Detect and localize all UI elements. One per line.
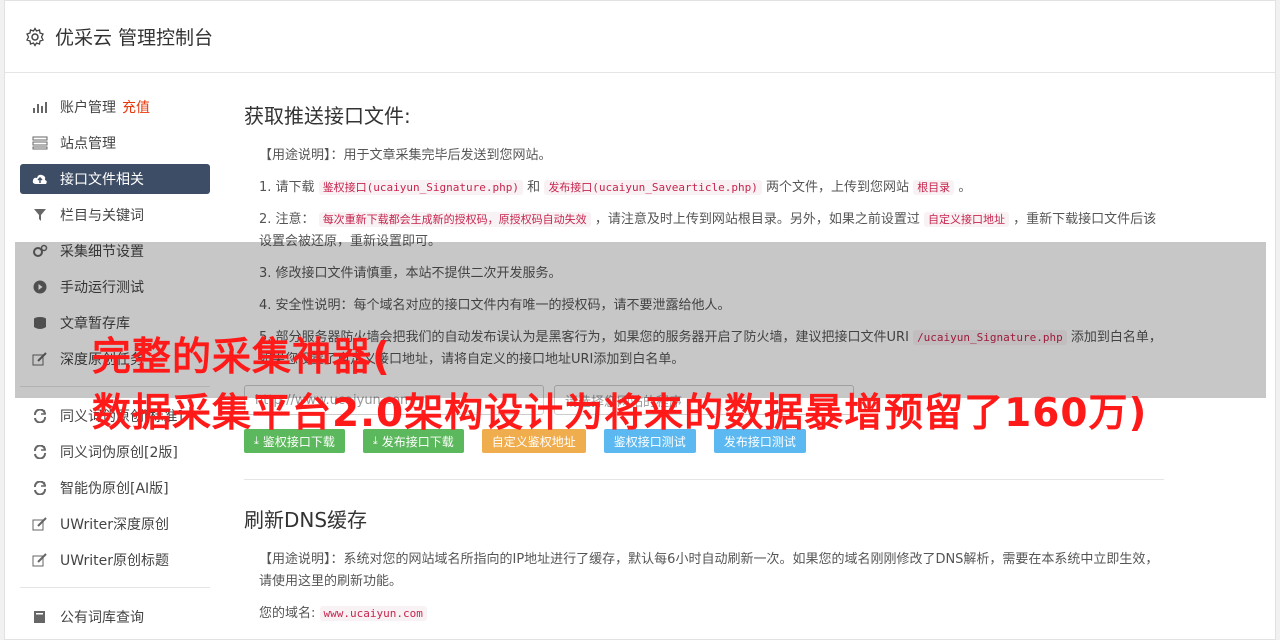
filter-icon: [32, 207, 48, 223]
sidebar-item-label: 智能伪原创[AI版]: [60, 481, 169, 497]
sidebar-item-label: 公有词库查询: [60, 610, 144, 626]
sidebar-divider: [20, 587, 210, 588]
code-snippet: 发布接口(ucaiyun_Savearticle.php): [544, 180, 762, 195]
book-icon: [32, 609, 48, 625]
sidebar-item-label: 接口文件相关: [60, 172, 144, 188]
refresh-icon: [32, 480, 48, 496]
sidebar-item-public-dictionary[interactable]: 公有词库查询: [20, 602, 210, 632]
step-text: 和: [527, 180, 541, 195]
sidebar-item-sites[interactable]: 站点管理: [20, 128, 210, 158]
domain-value: www.ucaiyun.com: [319, 606, 427, 621]
sidebar-item-label: UWriter原创标题: [60, 553, 169, 569]
step-text: ，请注意及时上传到网站根目录。另外，如果之前设置过: [594, 212, 920, 227]
sidebar-item-label: UWriter深度原创: [60, 517, 169, 533]
page-title: 优采云 管理控制台: [55, 27, 214, 49]
cloud-upload-icon: [32, 171, 48, 187]
step-text: 1. 请下载: [259, 180, 315, 195]
overlay-caption-line2: 数据采集平台2.0架构设计为将来的数据暴增预留了160万): [92, 391, 1148, 436]
code-snippet: 每次重新下载都会生成新的授权码，原授权码自动失效: [318, 212, 591, 227]
gear-icon: [26, 26, 44, 47]
recharge-link[interactable]: 充值: [122, 97, 150, 117]
step-text: 两个文件，上传到您网站: [766, 180, 910, 195]
sidebar-item-label: 账户管理: [60, 100, 116, 116]
refresh-icon: [32, 408, 48, 424]
sidebar-item-uwriter-title[interactable]: UWriter原创标题: [20, 545, 210, 575]
server-icon: [32, 135, 48, 151]
domain-label: 您的域名:: [259, 606, 316, 621]
sidebar-item-interface-files[interactable]: 接口文件相关: [20, 164, 210, 194]
step-text: 。: [958, 180, 972, 195]
sidebar-item-ai-original[interactable]: 智能伪原创[AI版]: [20, 473, 210, 503]
section-title-interface-files: 获取推送接口文件:: [244, 104, 411, 128]
sidebar-item-uwriter-deep[interactable]: UWriter深度原创: [20, 509, 210, 539]
step-1: 1. 请下载 鉴权接口(ucaiyun_Signature.php) 和 发布接…: [244, 177, 1164, 199]
domain-row: 您的域名: www.ucaiyun.com: [244, 603, 1164, 625]
section-divider: [244, 479, 1164, 480]
sidebar-item-label: 站点管理: [60, 136, 116, 152]
usage-note: 【用途说明】：用于文章采集完毕后发送到您网站。: [259, 148, 552, 163]
sidebar-item-label: 栏目与关键词: [60, 208, 144, 224]
overlay-caption-line1: 完整的采集神器(: [92, 335, 391, 380]
step-text: 2. 注意：: [259, 212, 315, 227]
code-snippet: 鉴权接口(ucaiyun_Signature.php): [318, 180, 524, 195]
dns-usage-note: 【用途说明】：系统对您的网站域名所指向的IP地址进行了缓存，默认每6小时自动刷新…: [259, 552, 1159, 589]
sidebar-item-label: 同义词伪原创[2版]: [60, 445, 178, 461]
code-snippet: 自定义接口地址: [923, 212, 1009, 227]
bar-chart-icon: [32, 99, 48, 115]
top-header: 优采云 管理控制台: [5, 1, 1275, 73]
sidebar-item-columns-keywords[interactable]: 栏目与关键词: [20, 200, 210, 230]
code-snippet: 根目录: [913, 180, 955, 195]
section-title-dns: 刷新DNS缓存: [244, 508, 368, 532]
refresh-icon: [32, 444, 48, 460]
sidebar-item-account[interactable]: 账户管理 充值: [20, 92, 210, 122]
edit-icon: [32, 552, 48, 568]
edit-icon: [32, 516, 48, 532]
sidebar-item-synonym-v2[interactable]: 同义词伪原创[2版]: [20, 437, 210, 467]
